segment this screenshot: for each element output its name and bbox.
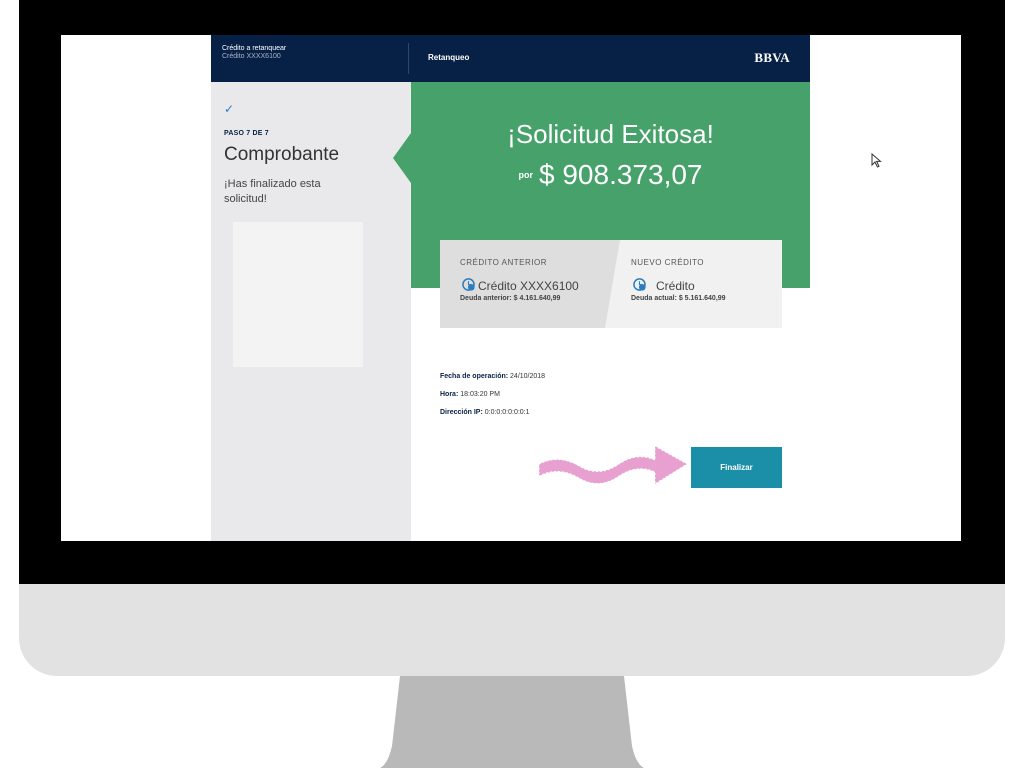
operation-time: Hora: 18:03:20 PM: [440, 391, 500, 398]
screen: Crédito a retanquear Crédito XXXX6100 Re…: [61, 35, 961, 541]
new-credit-card: NUEVO CRÉDITO Crédito Deuda actual: $ 5.…: [605, 240, 782, 328]
app-header: Crédito a retanquear Crédito XXXX6100 Re…: [211, 35, 810, 82]
retanqueo-app: Crédito a retanquear Crédito XXXX6100 Re…: [211, 35, 810, 541]
credit-comparison: CRÉDITO ANTERIOR Crédito XXXX6100 Deuda …: [440, 240, 782, 328]
step-description: ¡Has finalizado esta solicitud!: [224, 178, 321, 205]
step-indicator: PASO 7 DE 7: [224, 130, 269, 137]
new-credit-name: Crédito: [656, 279, 695, 293]
bbva-logo[interactable]: BBVA: [754, 50, 790, 66]
header-credit-info: Crédito a retanquear Crédito XXXX6100: [222, 45, 286, 61]
operation-date: Fecha de operación: 24/10/2018: [440, 373, 546, 380]
credit-clock-icon: [462, 278, 475, 291]
amount-prefix: por: [518, 169, 534, 180]
banner-notch: [393, 133, 411, 183]
success-headline: ¡Solicitud Exitosa!: [507, 119, 714, 149]
previous-credit-card: CRÉDITO ANTERIOR Crédito XXXX6100 Deuda …: [440, 240, 620, 328]
operation-ip: Dirección IP: 0:0:0:0:0:0:0:1: [440, 409, 530, 416]
main-content: ¡Solicitud Exitosa! por $ 908.373,07 CRÉD…: [393, 82, 810, 541]
header-divider: [408, 43, 409, 74]
header-credit-number: Crédito XXXX6100: [222, 53, 281, 60]
credit-clock-icon: [633, 278, 646, 291]
monitor-stand: [380, 676, 644, 768]
pink-arrow-icon: [538, 445, 687, 485]
new-credit-debt: Deuda actual: $ 5.161.640,99: [631, 295, 726, 302]
previous-credit-title: CRÉDITO ANTERIOR: [460, 258, 547, 267]
previous-credit-debt: Deuda anterior: $ 4.161.640,99: [460, 295, 561, 302]
check-icon: ✓: [224, 102, 235, 116]
previous-credit-name: Crédito XXXX6100: [478, 279, 579, 293]
mouse-cursor-icon: [871, 153, 882, 168]
finalize-button[interactable]: Finalizar: [691, 447, 782, 488]
operation-details: Fecha de operación: 24/10/2018 Hora: 18:…: [440, 368, 545, 422]
step-title: Comprobante: [224, 144, 340, 165]
header-credit-label: Crédito a retanquear: [222, 45, 287, 52]
steps-sidebar: ✓ PASO 7 DE 7 Comprobante ¡Has finalizad…: [211, 82, 411, 541]
header-section-title: Retanqueo: [428, 53, 470, 62]
amount-row: por $ 908.373,07: [411, 159, 810, 191]
approved-amount: $ 908.373,07: [539, 159, 703, 190]
monitor-chin: [19, 584, 1005, 676]
new-credit-title: NUEVO CRÉDITO: [631, 258, 705, 267]
sidebar-faded-area: [233, 222, 363, 367]
